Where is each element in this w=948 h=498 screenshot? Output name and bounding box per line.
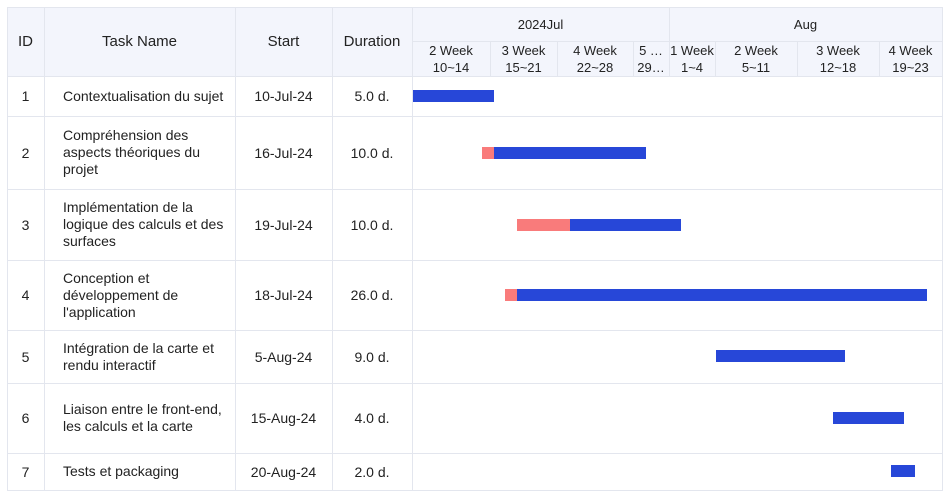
week-days: 1~4	[680, 60, 704, 75]
task-start: 19-Jul-24	[254, 216, 313, 233]
grid-line	[7, 490, 943, 491]
timeline-month-august: Aug	[793, 16, 818, 32]
week-label: 4 Week	[573, 43, 617, 58]
timeline-week-header: 5 … 29…	[633, 42, 669, 76]
week-days: 22~28	[576, 60, 614, 75]
task-bar[interactable]	[494, 147, 646, 159]
week-days: 19~23	[892, 60, 929, 75]
week-days: 10~14	[432, 60, 470, 75]
task-bar[interactable]	[891, 465, 915, 477]
column-header-task-name[interactable]: Task Name	[44, 7, 235, 76]
task-start: 15-Aug-24	[250, 410, 317, 426]
task-start: 16-Jul-24	[254, 144, 313, 161]
week-label: 4 Week	[888, 43, 933, 58]
week-days: 5~11	[741, 60, 771, 75]
task-name[interactable]: Conception et développement de l'applica…	[44, 260, 235, 330]
task-duration: 4.0 d.	[354, 410, 390, 426]
task-start: 5-Aug-24	[254, 348, 313, 365]
task-name[interactable]: Liaison entre le front-end, les calculs …	[44, 383, 235, 453]
timeline-week-header: 3 Week 12~18	[797, 42, 879, 76]
timeline-week-header: 4 Week 19~23	[879, 42, 942, 76]
task-id: 4	[21, 287, 30, 303]
task-bar[interactable]	[716, 350, 845, 362]
task-id: 3	[21, 216, 30, 233]
grid-line	[942, 7, 943, 491]
task-bar[interactable]	[833, 412, 904, 424]
week-label: 1 Week	[670, 43, 714, 58]
task-start: 18-Jul-24	[254, 287, 313, 303]
grid-line	[412, 7, 413, 491]
task-duration: 10.0 d.	[350, 144, 394, 161]
week-days: 12~18	[819, 60, 857, 75]
task-name[interactable]: Compréhension des aspects théoriques du …	[44, 116, 235, 189]
week-label: 2 Week	[429, 43, 473, 58]
column-header-duration[interactable]: Duration	[332, 7, 412, 76]
task-id: 2	[21, 144, 30, 161]
week-label: 2 Week	[734, 43, 778, 58]
timeline-month-july: 2024Jul	[517, 16, 564, 32]
timeline-week-header: 2 Week 5~11	[715, 42, 797, 76]
task-duration: 26.0 d.	[350, 287, 394, 303]
task-duration: 9.0 d.	[354, 348, 390, 365]
task-id: 6	[21, 410, 30, 426]
column-header-start[interactable]: Start	[235, 7, 332, 76]
timeline-week-header: 3 Week 15~21	[490, 42, 557, 76]
column-header-id[interactable]: ID	[7, 7, 44, 76]
task-name[interactable]: Tests et packaging	[44, 453, 235, 490]
task-delay-bar[interactable]	[505, 289, 517, 301]
task-delay-bar[interactable]	[482, 147, 494, 159]
task-name[interactable]: Contextualisation du sujet	[44, 76, 235, 116]
gantt-chart: ID Task Name Start Duration 2024Jul Aug …	[7, 7, 943, 491]
week-days: 15~21	[505, 60, 542, 75]
task-delay-bar[interactable]	[517, 219, 570, 231]
timeline-week-header: 1 Week 1~4	[669, 42, 715, 76]
timeline-week-header: 4 Week 22~28	[557, 42, 633, 76]
task-start: 20-Aug-24	[250, 463, 317, 480]
task-duration: 2.0 d.	[354, 463, 390, 480]
task-start: 10-Jul-24	[254, 88, 313, 104]
week-label: 5 …	[639, 43, 663, 58]
week-label: 3 Week	[501, 43, 546, 58]
task-bar[interactable]	[570, 219, 681, 231]
task-id: 7	[21, 463, 30, 480]
task-bar[interactable]	[413, 90, 494, 102]
task-duration: 10.0 d.	[350, 216, 394, 233]
week-label: 3 Week	[816, 43, 860, 58]
task-bar[interactable]	[517, 289, 927, 301]
task-id: 1	[21, 88, 30, 104]
task-id: 5	[21, 348, 30, 365]
task-duration: 5.0 d.	[354, 88, 390, 104]
task-name[interactable]: Intégration de la carte et rendu interac…	[44, 330, 235, 383]
task-name[interactable]: Implémentation de la logique des calculs…	[44, 189, 235, 260]
week-days: 29…	[637, 60, 665, 75]
timeline-week-header: 2 Week 10~14	[412, 42, 490, 76]
